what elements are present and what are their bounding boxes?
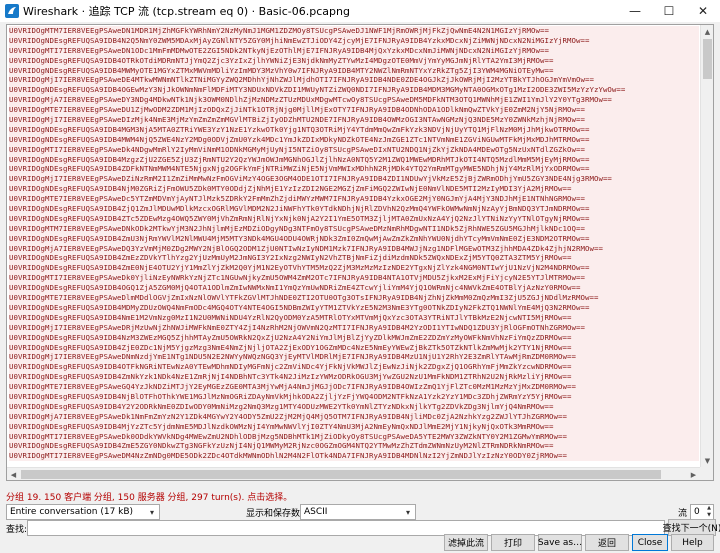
- stream-line[interactable]: U0VRIDOgMTI7IER8VEEgPSAweDN1ODc1MmFmMDMw…: [9, 45, 699, 56]
- stream-line[interactable]: U0VRIDOgNDEsgREFUQSA9IDB4ZjQ1ZmJlMDUwMDl…: [9, 204, 699, 214]
- stream-line[interactable]: U0VRIDOgNDEsgREFUQSA9IDB4NzM3ZWEzMGQ5Zjh…: [9, 332, 699, 343]
- scroll-right-arrow-icon[interactable]: ▶: [687, 468, 700, 480]
- stream-line[interactable]: U0VRIDOgNDEsgREFUQSA9IDB4ZmE0NjE4OTU2YjY…: [9, 263, 699, 274]
- save-as-button[interactable]: Save as…: [538, 534, 582, 551]
- scroll-corner: [700, 467, 713, 480]
- stream-line[interactable]: U0VRIDOgNDEsgREFUQSA9IDB4ZmU3NjRmYWVlM2N…: [9, 233, 699, 244]
- chevron-down-icon: ▾: [149, 507, 154, 517]
- vertical-scrollbar[interactable]: ▲ ▼: [700, 25, 713, 467]
- scroll-left-arrow-icon[interactable]: ◀: [7, 468, 20, 480]
- horizontal-scrollbar[interactable]: ◀ ▶: [7, 467, 700, 480]
- follow-tcp-stream-window: Wireshark · 追踪 TCP 流 (tcp.stream eq 0) ·…: [0, 0, 720, 553]
- stream-line[interactable]: U0VRIDOgNDEsgREFUQSA9IDB4Y2Y2ODRkNmE0ZDI…: [9, 401, 699, 412]
- stream-line[interactable]: U0VRIDOgMTE7IER8VEEgPSAweDc5YTZmMDVmYjAy…: [9, 194, 699, 205]
- stream-line[interactable]: U0VRIDOgMjA7IER8VEEgPSAweDk1NmFmZmYzN2Y1…: [9, 411, 699, 422]
- chevron-down-icon: ▾: [405, 507, 410, 517]
- data-format-select[interactable]: ASCII ▾: [300, 504, 416, 520]
- stream-line[interactable]: U0VRIDOgNDEsgREFUQSA9IDB4MGM3NjA5MTA0ZTR…: [9, 124, 699, 135]
- stream-line[interactable]: U0VRIDOgNDEsgREFUQSA9IDB4OGEwMzY3NjJkOWN…: [9, 85, 699, 96]
- stream-line[interactable]: U0VRIDOgMTM7IER8VEEgPSAweDNkODk2MTkwYjM3…: [9, 223, 699, 234]
- data-format-value: ASCII: [304, 507, 328, 517]
- stream-line[interactable]: U0VRIDOgNDEsgREFUQSA9IDB4NjBlOTFhOThkYWE…: [9, 391, 699, 402]
- options-row: Entire conversation (17 kB) ▾ 显示和保存数据为 A…: [6, 504, 714, 520]
- stream-line[interactable]: U0VRIDOgMTI7IER8VEEgPSAweDk4NDgwMmRlY2Iy…: [9, 144, 699, 155]
- dialog-buttons-row: 滤掉此流 打印 Save as… 返回 Close Help: [0, 534, 720, 551]
- print-button[interactable]: 打印: [491, 534, 535, 551]
- stream-line[interactable]: U0VRIDOgNDEsgREFUQSA9IDB4ZTc5ZDEwMzg4OWQ…: [9, 213, 699, 224]
- stream-line[interactable]: U0VRIDOgNDEsgREFUQSA9IDB4MWMyOTE1MGYxZTM…: [9, 65, 699, 76]
- stream-line[interactable]: U0VRIDOgMTE7IER8VEEgPSAweDU1ZjMwODM2ZDM1…: [9, 105, 699, 116]
- help-button[interactable]: Help: [671, 534, 714, 551]
- stream-line[interactable]: U0VRIDOgNDEsgREFUQSA9IDB4OTRkOTdiMDRmNTJ…: [9, 55, 699, 66]
- stream-line[interactable]: U0VRIDOgMTE7IER8VEEgPSAweDlmMDdlOGVjZmIx…: [9, 293, 699, 303]
- stream-line[interactable]: U0VRIDOgNDEsgREFUQSA9IDB4OTFkNGRiNTEwNzA…: [9, 362, 699, 373]
- minimize-button[interactable]: —: [618, 0, 652, 22]
- stream-line[interactable]: U0VRIDOgNDEsgREFUQSA9IDB4NjM0ZGRiZjFmOWU…: [9, 184, 699, 195]
- maximize-button[interactable]: ☐: [652, 0, 686, 22]
- stream-line[interactable]: U0VRIDOgMjA7IER8VEEgPSAweDQ3YzVmMjM0ZDg2…: [9, 243, 699, 254]
- stream-line[interactable]: U0VRIDOgMTM7IER8VEEgPSAweDN1MDR1MjZhMGFk…: [9, 26, 699, 36]
- spin-arrows-icon[interactable]: ▲ ▼: [705, 505, 713, 519]
- stream-text[interactable]: U0VRIDOgMTM7IER8VEEgPSAweDN1MDR1MjZhMGFk…: [9, 26, 699, 466]
- close-window-button[interactable]: ✕: [686, 0, 720, 22]
- close-button[interactable]: Close: [632, 534, 668, 551]
- stream-line[interactable]: U0VRIDOgNDEsgREFUQSA9IDB4MjYzZTc5YjdmNmE…: [9, 421, 699, 432]
- filter-out-stream-button[interactable]: 滤掉此流: [444, 534, 488, 551]
- stream-status-text: 分组 19. 150 客户端 分组, 150 服务器 分组, 297 turn(…: [6, 493, 293, 503]
- stream-line[interactable]: U0VRIDOgMTI7IER8VEEgPSAweDk0YjliNzEyNWRk…: [9, 273, 699, 284]
- stream-number-value: 0: [694, 507, 700, 517]
- stream-line[interactable]: U0VRIDOgMTI7IER8VEEgPSAweDk0ODdkYWVkNDg4…: [9, 431, 699, 442]
- stream-content-pane[interactable]: U0VRIDOgMTM7IER8VEEgPSAweDN1MDR1MjZhMGFk…: [6, 24, 714, 481]
- stream-line[interactable]: U0VRIDOgNDEsgREFUQSA9IDB4N2Q5NmY0ZWM5MDA…: [9, 35, 699, 46]
- wireshark-fin-icon: [5, 4, 19, 18]
- stream-line[interactable]: U0VRIDOgNDEsgREFUQSA9IDB4ZmNkYzk1NDk4NzE…: [9, 372, 699, 383]
- stream-line[interactable]: U0VRIDOgMjI7IER8VEEgPSAweDE4MTkwMWNmNTlk…: [9, 75, 699, 86]
- stream-line[interactable]: U0VRIDOgNDEsgREFUQSA9IDB4NmE1M2VmNzg0MzI…: [9, 312, 699, 323]
- window-title: Wireshark · 追踪 TCP 流 (tcp.stream eq 0) ·…: [23, 5, 350, 18]
- title-bar: Wireshark · 追踪 TCP 流 (tcp.stream eq 0) ·…: [0, 0, 720, 22]
- stream-number-label: 流: [678, 509, 688, 519]
- stream-line[interactable]: U0VRIDOgNDEsgREFUQSA9IDB4MzgzZjU2ZGE5ZjU…: [9, 154, 699, 165]
- stream-line[interactable]: U0VRIDOgNDEsgREFUQSA9IDB4ZmE5ZGY0NDkwZTg…: [9, 441, 699, 452]
- stream-number-spinbox[interactable]: 0 ▲ ▼: [690, 504, 714, 520]
- stream-line[interactable]: U0VRIDOgMjI7IER8VEEgPSAweDZiNzRmM2I1ZmZi…: [9, 174, 699, 185]
- vertical-scroll-thumb[interactable]: [703, 39, 712, 79]
- stream-line[interactable]: U0VRIDOgMTE7IER8VEEgPSAweGQ4YzJkNDZiMTJj…: [9, 382, 699, 392]
- stream-line[interactable]: U0VRIDOgNDEsgREFUQSA9IDB4MDMyZDUzOWQ4NmF…: [9, 302, 699, 313]
- stream-line[interactable]: U0VRIDOgNDEsgREFUQSA9IDB4MWM4NjQ5ZWE4NzY…: [9, 134, 699, 145]
- horizontal-scroll-thumb[interactable]: [21, 470, 661, 479]
- stream-line[interactable]: U0VRIDOgNDEsgREFUQSA9IDB4ZmEzZDVkYTlhYzg…: [9, 253, 699, 264]
- window-controls: — ☐ ✕: [618, 0, 720, 22]
- stream-line[interactable]: U0VRIDOgMjI7IER8VEEgPSAweDIzMjk4NmE3MjMz…: [9, 115, 699, 125]
- stream-line[interactable]: U0VRIDOgMjI7IER8VEEgPSAweDRjMzUwNjZhNWJi…: [9, 322, 699, 333]
- conversation-select[interactable]: Entire conversation (17 kB) ▾: [6, 504, 160, 520]
- stream-line[interactable]: U0VRIDOgNDEsgREFUQSA9IDB4ZDFkNTNmMWM4NTE…: [9, 164, 699, 175]
- stream-line[interactable]: U0VRIDOgNDEsgREFUQSA9IDB4ZjE0ZDc1NjM5Yjg…: [9, 342, 699, 353]
- scroll-up-arrow-icon[interactable]: ▲: [701, 25, 713, 38]
- stream-line[interactable]: U0VRIDOgNDEsgREFUQSA9IDB4OGQ1ZjA5ZGM0MjQ…: [9, 283, 699, 294]
- stream-line[interactable]: U0VRIDOgMTI7IER8VEEgPSAweDM4NzZmNDg0MDE5…: [9, 451, 699, 462]
- stream-line[interactable]: U0VRIDOgMjI7IER8VEEgPSAweDNmNzdjYmE1NTg1…: [9, 352, 699, 363]
- conversation-select-value: Entire conversation (17 kB): [10, 507, 134, 517]
- back-button[interactable]: 返回: [585, 534, 629, 551]
- scroll-down-arrow-icon[interactable]: ▼: [701, 454, 713, 467]
- stream-line[interactable]: U0VRIDOgMjA7IER8VEEgPSAweDY3NDg4MDkwNTk1…: [9, 95, 699, 106]
